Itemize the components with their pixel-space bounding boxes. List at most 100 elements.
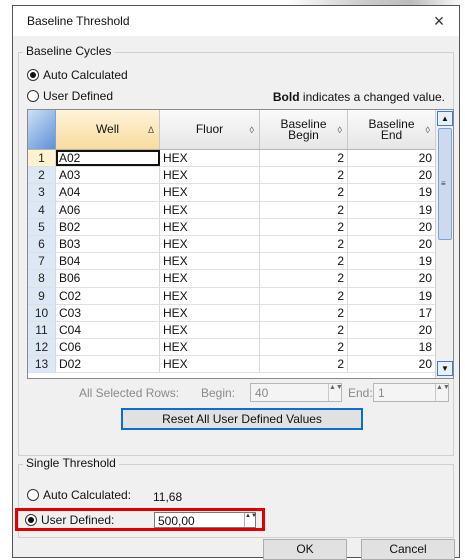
cell-baseline-end[interactable]: 19 [348, 287, 436, 304]
cell-well[interactable]: D02 [56, 356, 160, 373]
threshold-auto-radio[interactable]: Auto Calculated: [27, 488, 131, 502]
cell-well[interactable]: C02 [56, 287, 160, 304]
table-row[interactable]: 2 A03 HEX 2 20 [28, 167, 436, 185]
scroll-thumb[interactable]: ≡ [438, 128, 452, 240]
begin-spinner[interactable]: 40 ▲▼ [250, 383, 343, 402]
column-header-fluor[interactable]: Fluor ◊ [160, 110, 260, 149]
scroll-down-icon[interactable]: ▼ [437, 361, 453, 376]
cell-fluor[interactable]: HEX [160, 287, 260, 304]
spinner-arrows-icon[interactable]: ▲▼ [435, 384, 450, 401]
table-row[interactable]: 11 C04 HEX 2 20 [28, 321, 436, 340]
baseline-auto-radio[interactable]: Auto Calculated [27, 68, 128, 82]
baseline-table[interactable]: Well Δ Fluor ◊ Baseline Begin ◊ Baseline E… [27, 109, 454, 379]
cell-baseline-end[interactable]: 19 [348, 253, 436, 270]
threshold-user-input[interactable]: 500,00 ▲▼ [154, 512, 257, 528]
column-header-baseline-begin[interactable]: Baseline Begin ◊ [260, 110, 348, 149]
cancel-button[interactable]: Cancel [361, 539, 455, 560]
reset-user-defined-button[interactable]: Reset All User Defined Values [121, 408, 363, 430]
cell-baseline-begin[interactable]: 2 [260, 184, 348, 201]
row-number[interactable]: 12 [28, 339, 56, 356]
cell-well[interactable]: B04 [56, 253, 160, 270]
row-number[interactable]: 5 [28, 218, 56, 235]
scroll-up-icon[interactable]: ▲ [437, 111, 453, 126]
cell-well[interactable]: C06 [56, 339, 160, 356]
close-icon[interactable]: × [427, 9, 451, 33]
cell-fluor[interactable]: HEX [160, 150, 260, 167]
cell-baseline-begin[interactable]: 2 [260, 321, 348, 339]
row-number[interactable]: 3 [28, 184, 56, 201]
table-row[interactable]: 9 C02 HEX 2 19 [28, 287, 436, 305]
cell-well[interactable]: A02 [56, 150, 160, 167]
table-row[interactable]: 8 B06 HEX 2 20 [28, 270, 436, 288]
ok-button[interactable]: OK [263, 539, 347, 560]
row-number[interactable]: 7 [28, 253, 56, 270]
cell-fluor[interactable]: HEX [160, 218, 260, 235]
cell-well[interactable]: B03 [56, 235, 160, 253]
cell-well[interactable]: A06 [56, 201, 160, 218]
cell-baseline-begin[interactable]: 2 [260, 167, 348, 184]
cell-fluor[interactable]: HEX [160, 253, 260, 270]
cell-baseline-end[interactable]: 20 [348, 150, 436, 167]
baseline-user-radio[interactable]: User Defined [27, 89, 113, 103]
row-number[interactable]: 1 [28, 150, 56, 167]
row-number[interactable]: 4 [28, 201, 56, 218]
cell-baseline-begin[interactable]: 2 [260, 339, 348, 356]
cell-baseline-end[interactable]: 20 [348, 321, 436, 339]
cell-baseline-begin[interactable]: 2 [260, 356, 348, 373]
row-number[interactable]: 8 [28, 270, 56, 287]
cell-baseline-begin[interactable]: 2 [260, 235, 348, 253]
cell-well[interactable]: C03 [56, 304, 160, 321]
cell-baseline-begin[interactable]: 2 [260, 201, 348, 218]
table-row[interactable]: 4 A06 HEX 2 19 [28, 201, 436, 219]
select-all-corner[interactable] [28, 110, 56, 149]
column-header-baseline-end[interactable]: Baseline End ◊ [348, 110, 436, 149]
table-row[interactable]: 1 A02 HEX 2 20 [28, 150, 436, 168]
cell-baseline-begin[interactable]: 2 [260, 218, 348, 235]
cell-fluor[interactable]: HEX [160, 356, 260, 373]
cell-fluor[interactable]: HEX [160, 339, 260, 356]
cell-baseline-end[interactable]: 19 [348, 184, 436, 201]
cell-well[interactable]: B02 [56, 218, 160, 235]
threshold-user-radio[interactable]: User Defined: [25, 513, 114, 527]
end-spinner[interactable]: 1 ▲▼ [373, 383, 450, 402]
cell-baseline-end[interactable]: 18 [348, 339, 436, 356]
cell-baseline-end[interactable]: 20 [348, 356, 436, 373]
cell-baseline-end[interactable]: 20 [348, 235, 436, 253]
cell-baseline-begin[interactable]: 2 [260, 253, 348, 270]
table-row[interactable]: 10 C03 HEX 2 17 [28, 304, 436, 322]
table-row[interactable]: 13 D02 HEX 2 20 [28, 356, 436, 374]
table-row[interactable]: 7 B04 HEX 2 19 [28, 253, 436, 271]
cell-fluor[interactable]: HEX [160, 304, 260, 321]
cell-baseline-end[interactable]: 17 [348, 304, 436, 321]
cell-well[interactable]: C04 [56, 321, 160, 339]
cell-fluor[interactable]: HEX [160, 270, 260, 287]
cell-baseline-end[interactable]: 20 [348, 218, 436, 235]
cell-baseline-begin[interactable]: 2 [260, 270, 348, 287]
table-row[interactable]: 12 C06 HEX 2 18 [28, 339, 436, 357]
cell-fluor[interactable]: HEX [160, 167, 260, 184]
table-scrollbar[interactable]: ▲ ≡ ▼ [435, 110, 453, 378]
cell-fluor[interactable]: HEX [160, 235, 260, 253]
row-number[interactable]: 11 [28, 321, 56, 339]
table-row[interactable]: 3 A04 HEX 2 19 [28, 184, 436, 202]
table-row[interactable]: 6 B03 HEX 2 20 [28, 235, 436, 254]
cell-fluor[interactable]: HEX [160, 321, 260, 339]
row-number[interactable]: 10 [28, 304, 56, 321]
cell-well[interactable]: B06 [56, 270, 160, 287]
row-number[interactable]: 2 [28, 167, 56, 184]
cell-baseline-begin[interactable]: 2 [260, 150, 348, 167]
cell-well[interactable]: A04 [56, 184, 160, 201]
cell-baseline-begin[interactable]: 2 [260, 287, 348, 304]
cell-fluor[interactable]: HEX [160, 201, 260, 218]
cell-baseline-begin[interactable]: 2 [260, 304, 348, 321]
column-header-well[interactable]: Well Δ [56, 110, 160, 149]
spinner-arrows-icon[interactable]: ▲▼ [244, 513, 257, 527]
cell-fluor[interactable]: HEX [160, 184, 260, 201]
cell-baseline-end[interactable]: 19 [348, 201, 436, 218]
row-number[interactable]: 9 [28, 287, 56, 304]
table-row[interactable]: 5 B02 HEX 2 20 [28, 218, 436, 236]
row-number[interactable]: 6 [28, 235, 56, 253]
cell-well[interactable]: A03 [56, 167, 160, 184]
row-number[interactable]: 13 [28, 356, 56, 373]
spinner-arrows-icon[interactable]: ▲▼ [328, 384, 343, 401]
